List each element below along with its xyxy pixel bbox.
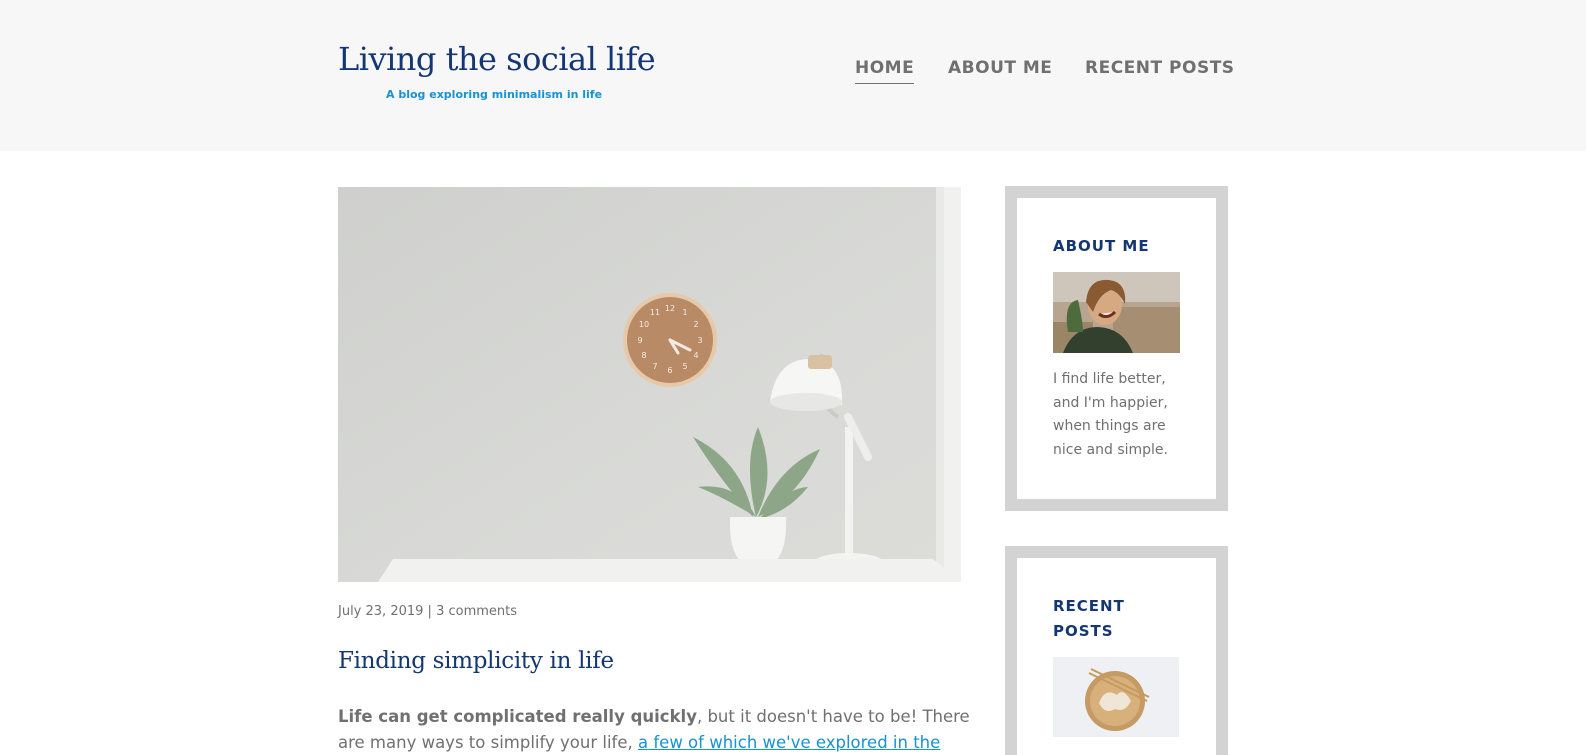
nav-home[interactable]: HOME	[855, 58, 915, 84]
post-excerpt: Life can get complicated really quickly,…	[338, 704, 978, 755]
excerpt-bold: Life can get complicated really quickly	[338, 707, 697, 726]
svg-text:12: 12	[665, 304, 675, 313]
svg-text:8: 8	[641, 351, 646, 360]
svg-text:4: 4	[693, 351, 698, 360]
site-title[interactable]: Living the social life	[338, 40, 656, 78]
recent-posts-widget: RECENT POSTS	[1005, 546, 1228, 755]
svg-text:11: 11	[650, 308, 660, 317]
recent-post-thumbnail[interactable]	[1053, 657, 1179, 737]
svg-text:2: 2	[693, 320, 698, 329]
meta-separator: |	[427, 604, 432, 619]
svg-text:6: 6	[667, 366, 672, 375]
post-meta: July 23, 2019 | 3 comments	[338, 604, 517, 619]
recent-widget-title: RECENT POSTS	[1053, 597, 1125, 640]
svg-text:9: 9	[637, 336, 642, 345]
author-photo-illustration	[1053, 272, 1180, 353]
svg-text:1: 1	[682, 308, 687, 317]
svg-text:7: 7	[652, 362, 657, 371]
featured-image-illustration: 12 12 3 45 6 78 9 1011	[338, 187, 961, 582]
post-date: July 23, 2019	[338, 604, 424, 619]
recent-post-illustration	[1053, 657, 1179, 737]
nav-recent-posts[interactable]: RECENT POSTS	[1085, 58, 1235, 84]
post-title[interactable]: Finding simplicity in life	[338, 648, 614, 674]
svg-text:10: 10	[639, 320, 649, 329]
about-me-widget: ABOUT ME I find life better, and I'm hap…	[1005, 186, 1228, 511]
about-widget-title: ABOUT ME	[1053, 237, 1150, 255]
site-subtitle: A blog exploring minimalism in life	[386, 88, 603, 101]
author-avatar	[1053, 272, 1180, 353]
site-header: Living the social life A blog exploring …	[0, 0, 1586, 151]
about-text: I find life better, and I'm happier, whe…	[1053, 371, 1168, 458]
post-comments-link[interactable]: 3 comments	[436, 604, 517, 619]
svg-text:3: 3	[697, 336, 702, 345]
nav-about-me[interactable]: ABOUT ME	[948, 58, 1052, 84]
svg-text:5: 5	[682, 362, 687, 371]
post-featured-image[interactable]: 12 1 2 3 45 6 78 9 10 11	[338, 187, 961, 582]
